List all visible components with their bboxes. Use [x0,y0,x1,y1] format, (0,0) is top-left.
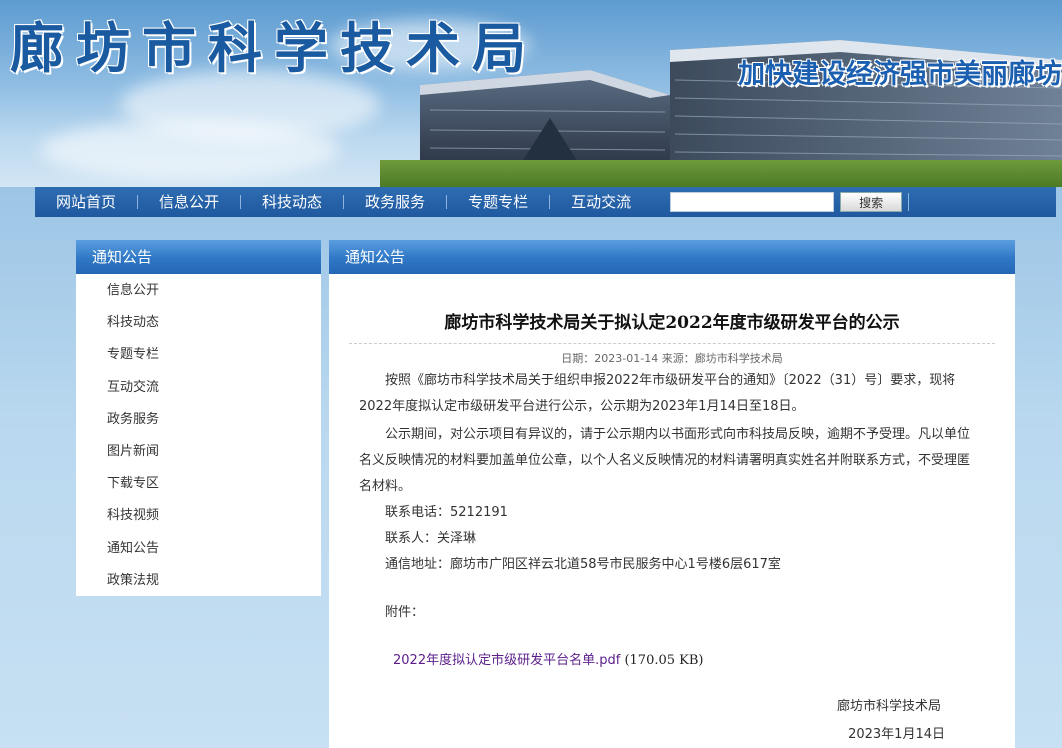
sidebar-item-tech-video[interactable]: 科技视频 [76,500,321,532]
sidebar-item-notices[interactable]: 通知公告 [76,533,321,565]
nav-gov-services[interactable]: 政务服务 [344,187,446,217]
nav-interaction[interactable]: 互动交流 [550,187,652,217]
sidebar-title: 通知公告 [76,240,321,274]
article-paragraph: 按照《廊坊市科学技术局关于组织申报2022年市级研发平台的通知》〔2022（31… [359,373,956,414]
site-slogan: 加快建设经济强市美丽廊坊 [738,59,1062,90]
title-divider [349,343,995,344]
article-meta: 日期：2023-01-14 来源：廊坊市科学技术局 [561,352,783,365]
sidebar-item-policies[interactable]: 政策法规 [76,565,321,597]
sidebar-menu: 信息公开 科技动态 专题专栏 互动交流 政务服务 图片新闻 下载专区 科技视频 … [76,274,321,597]
sidebar-item-info-public[interactable]: 信息公开 [76,275,321,307]
section-title: 通知公告 [329,240,1015,274]
nav-tech-news[interactable]: 科技动态 [241,187,343,217]
signature: 廊坊市科学技术局 [836,699,941,714]
contact-phone: 联系电话：5212191 [385,505,508,520]
search-button[interactable]: 搜索 [840,192,903,212]
article-body: 按照《廊坊市科学技术局关于组织申报2022年市级研发平台的通知》〔2022（31… [329,368,1015,748]
sidebar: 通知公告 信息公开 科技动态 专题专栏 互动交流 政务服务 图片新闻 下载专区 … [76,240,321,596]
attachment-label: 附件： [385,605,425,620]
nav-topics[interactable]: 专题专栏 [447,187,549,217]
sidebar-item-interaction[interactable]: 互动交流 [76,372,321,404]
main-content: 通知公告 廊坊市科学技术局关于拟认定2022年度市级研发平台的公示 日期：202… [329,240,1015,748]
signature-date: 2023年1月14日 [848,727,945,742]
cloud-decoration [40,120,340,180]
sidebar-item-gov-services[interactable]: 政务服务 [76,404,321,436]
attachment-link[interactable]: 2022年度拟认定市级研发平台名单.pdf [393,653,620,668]
main-nav: 网站首页 信息公开 科技动态 政务服务 专题专栏 互动交流 搜索 [35,187,1056,217]
contact-person: 联系人：关泽琳 [385,531,477,546]
attachment-size: (170.05 KB) [624,653,704,668]
sidebar-item-topics[interactable]: 专题专栏 [76,339,321,371]
contact-address: 通信地址：廊坊市广阳区祥云北道58号市民服务中心1号楼6层617室 [385,557,781,572]
article-title: 廊坊市科学技术局关于拟认定2022年度市级研发平台的公示 [444,313,900,333]
site-title: 廊坊市科学技术局 [10,17,538,80]
sidebar-item-tech-news[interactable]: 科技动态 [76,307,321,339]
grass-decoration [380,160,1062,187]
nav-home[interactable]: 网站首页 [35,187,137,217]
sidebar-item-downloads[interactable]: 下载专区 [76,468,321,500]
sidebar-item-photo-news[interactable]: 图片新闻 [76,436,321,468]
nav-info-public[interactable]: 信息公开 [138,187,240,217]
search-input[interactable] [670,192,835,212]
attachment-row: 2022年度拟认定市级研发平台名单.pdf (170.05 KB) [359,648,975,674]
nav-divider [908,193,910,211]
article-paragraph: 公示期间，对公示项目有异议的，请于公示期内以书面形式向市科技局反映，逾期不予受理… [359,427,971,494]
header-banner: 廊坊市科学技术局 加快建设经济强市美丽廊坊 [0,0,1062,187]
